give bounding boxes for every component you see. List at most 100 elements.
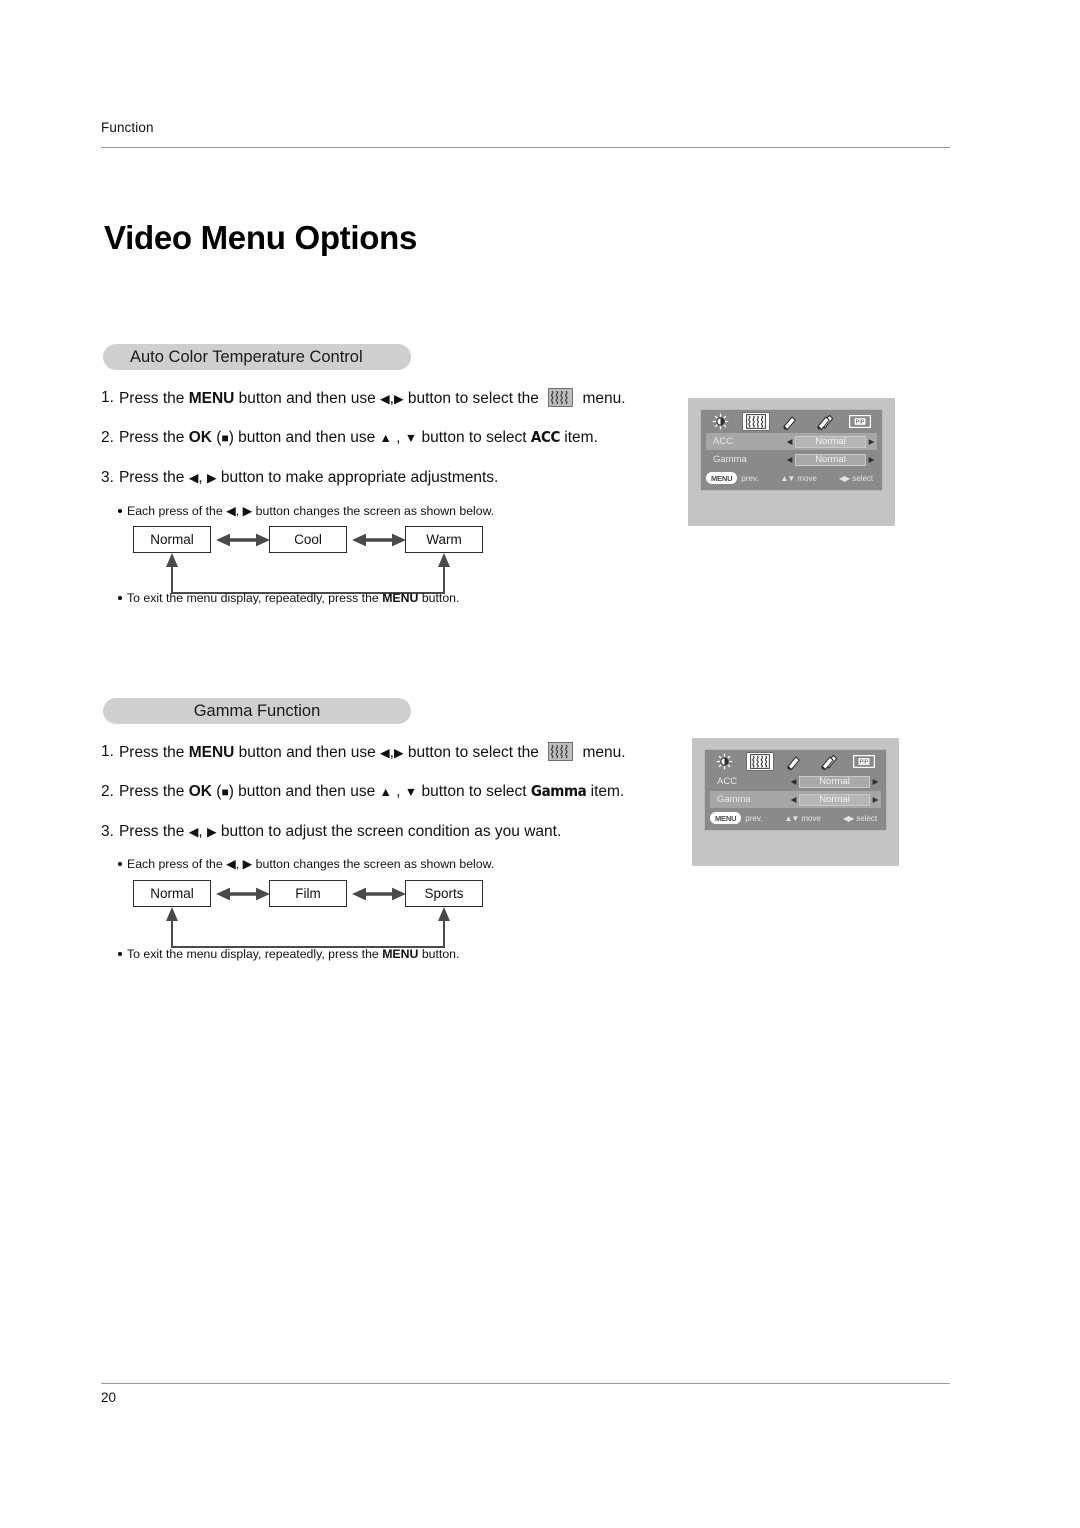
osd-row-acc[interactable]: ACC ◀ Normal ▶ (706, 433, 877, 450)
osd-left-arrow-icon[interactable]: ◀ (788, 777, 799, 786)
note-below-gamma-function: To exit the menu display, repeatedly, pr… (118, 947, 459, 961)
text-run: button to make appropriate adjustments. (216, 469, 499, 486)
flow-box: Cool (269, 526, 347, 553)
note-text: To exit the menu display, repeatedly, pr… (127, 591, 459, 605)
text-run: button and then use (234, 744, 381, 761)
step-number: 2. (101, 782, 114, 800)
osd-row-label: Gamma (713, 454, 747, 465)
text-run: button and then use (234, 390, 381, 407)
osd-left-arrow-icon[interactable]: ◀ (784, 455, 795, 464)
osd-tab-brightness-icon[interactable] (711, 752, 739, 771)
direction-arrow-icon: ▶ (242, 504, 253, 518)
text-run: Each press of the (127, 857, 227, 871)
svg-text:PIP: PIP (856, 420, 865, 426)
note-above-gamma-function: Each press of the ◀, ▶ button changes th… (118, 856, 494, 871)
ok-square-icon: ■ (221, 785, 229, 799)
osd-tab-single-note-icon[interactable] (781, 752, 809, 771)
step-text: Press the OK (■) button and then use ▲ ,… (119, 782, 624, 801)
osd-tab-bar: PIP (701, 410, 882, 432)
osd-help-move: move (797, 473, 817, 483)
step-text: Press the MENU button and then use ◀,▶ b… (119, 742, 626, 762)
osd-row-acc[interactable]: ACC ◀ Normal ▶ (710, 773, 881, 790)
footer-rule (101, 1383, 950, 1384)
text-run: , (391, 429, 405, 446)
text-run: To exit the menu display, repeatedly, pr… (127, 947, 383, 961)
direction-arrow-icon: ◀ (226, 857, 236, 871)
emphasis-text: MENU (188, 744, 235, 761)
osd-tab-color-temperature-icon[interactable] (741, 412, 770, 431)
osd-right-arrow-icon[interactable]: ▶ (870, 795, 881, 804)
flow-double-arrow-icon (349, 884, 409, 904)
osd-row-gamma[interactable]: Gamma ◀ Normal ▶ (706, 451, 877, 468)
section-heading-auto-color-temperature: Auto Color Temperature Control (103, 344, 411, 370)
text-run: Press the (118, 429, 189, 446)
text-run: item. (559, 429, 598, 446)
text-run: item. (586, 783, 625, 800)
osd-menu-panel: PIP ACC ◀ Normal ▶ Gamma ◀ Normal ▶ MENU prev. ▲▼ mo… (700, 409, 883, 491)
step-number: 2. (101, 428, 114, 446)
osd-menu-chip[interactable]: MENU (710, 812, 742, 824)
osd-tab-screen-mode-icon[interactable]: PIP (850, 752, 878, 771)
direction-arrow-icon: ▼ (404, 785, 418, 799)
direction-arrow-icon: ◀ (188, 825, 199, 839)
osd-help-move: move (801, 813, 821, 823)
emphasis-text: OK (188, 429, 212, 446)
osd-leftright-arrows-icon: ◀▶ (838, 473, 850, 483)
osd-help-select: select (852, 473, 874, 483)
bullet-icon (118, 508, 122, 513)
step-2-gamma-function: 2. Press the OK (■) button and then use ▲… (101, 782, 624, 801)
osd-menu-chip[interactable]: MENU (706, 472, 738, 484)
osd-row-value: Normal (799, 775, 870, 788)
flow-box: Warm (405, 526, 483, 553)
osd-right-arrow-icon[interactable]: ▶ (870, 777, 881, 786)
text-run: , (198, 469, 207, 486)
osd-tab-color-temperature-icon[interactable] (745, 752, 774, 771)
flow-double-arrow-icon (349, 530, 409, 550)
running-head: Function (101, 120, 154, 135)
menu-item-name: ACC (530, 428, 560, 446)
direction-arrow-icon: ▲ (379, 785, 392, 799)
note-text: Each press of the ◀, ▶ button changes th… (127, 856, 494, 871)
osd-right-arrow-icon[interactable]: ▶ (866, 437, 877, 446)
step-number: 3. (101, 469, 114, 486)
osd-tab-single-note-icon[interactable] (777, 412, 805, 431)
section-heading-label: Auto Color Temperature Control (130, 347, 363, 366)
emphasis-text: OK (188, 783, 212, 800)
osd-help-prev: prev. (745, 813, 763, 823)
osd-help-bar: MENU prev. ▲▼ move ◀▶ select (706, 470, 877, 486)
header-rule (101, 147, 950, 148)
direction-arrow-icon: ◀ (188, 471, 199, 485)
text-run: Press the (118, 390, 189, 407)
flow-box: Sports (405, 880, 483, 907)
text-run: , (198, 823, 207, 840)
osd-right-arrow-icon[interactable]: ▶ (866, 455, 877, 464)
bullet-icon (118, 861, 122, 866)
osd-menu-panel: PIP ACC ◀ Normal ▶ Gamma ◀ Normal ▶ MENU prev. ▲▼ mo… (704, 749, 887, 831)
text-run: button to select the (403, 744, 544, 761)
osd-left-arrow-icon[interactable]: ◀ (788, 795, 799, 804)
step-number: 1. (101, 389, 114, 406)
direction-arrow-icon: ▼ (404, 431, 418, 445)
osd-row-gamma[interactable]: Gamma ◀ Normal ▶ (710, 791, 881, 808)
text-run: , (391, 783, 405, 800)
flow-box: Normal (133, 526, 211, 553)
osd-tab-double-note-icon[interactable] (815, 752, 843, 771)
section-heading-gamma-function: Gamma Function (103, 698, 411, 724)
wavy-bars-menu-icon (548, 742, 574, 761)
step-text: Press the ◀, ▶ button to adjust the scre… (119, 823, 561, 841)
step-1-gamma-function: 1. Press the MENU button and then use ◀,▶… (101, 742, 626, 762)
osd-tab-double-note-icon[interactable] (811, 412, 839, 431)
section-heading-label: Gamma Function (193, 701, 321, 720)
text-run: , (235, 504, 243, 518)
step-1-auto-color-temperature: 1. Press the MENU button and then use ◀,▶… (101, 388, 626, 408)
osd-tab-screen-mode-icon[interactable]: PIP (846, 412, 874, 431)
text-run: , (235, 857, 243, 871)
osd-tab-brightness-icon[interactable] (707, 412, 735, 431)
step-number: 3. (101, 823, 114, 840)
text-run: Each press of the (127, 504, 227, 518)
step-2-auto-color-temperature: 2. Press the OK (■) button and then use ▲… (101, 428, 598, 447)
note-text: Each press of the ◀, ▶ button changes th… (127, 503, 494, 518)
osd-tab-bar: PIP (705, 750, 886, 772)
direction-arrow-icon: ▶ (393, 392, 404, 406)
osd-left-arrow-icon[interactable]: ◀ (784, 437, 795, 446)
